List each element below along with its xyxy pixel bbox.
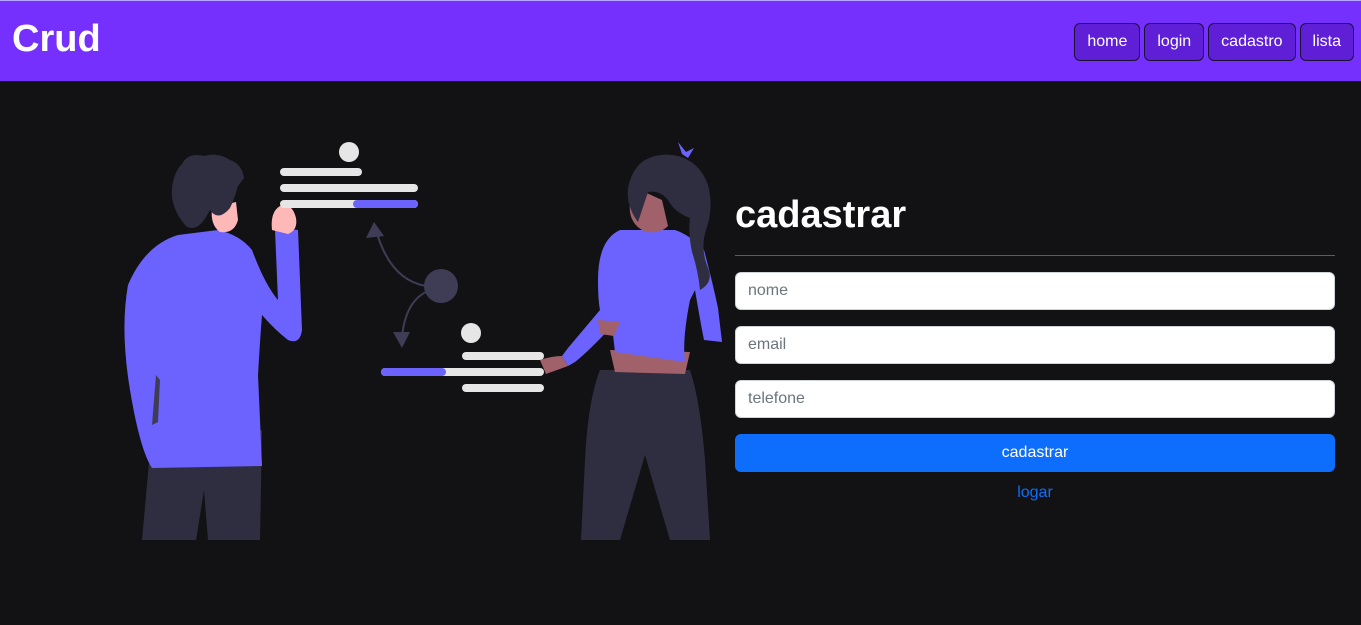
register-submit-button[interactable]: cadastrar — [735, 434, 1335, 472]
nav-home-button[interactable]: home — [1074, 23, 1141, 61]
illustration — [100, 130, 740, 550]
connector-arrows-icon — [366, 222, 458, 348]
name-input[interactable] — [735, 272, 1335, 310]
person-man-icon — [124, 154, 302, 540]
register-form: cadastrar cadastrar logar — [735, 190, 1335, 502]
nav-lista-button[interactable]: lista — [1299, 23, 1354, 61]
brand-logo[interactable]: Crud — [12, 17, 101, 61]
nav-cadastro-button[interactable]: cadastro — [1208, 23, 1296, 61]
email-input[interactable] — [735, 326, 1335, 364]
person-woman-icon — [540, 142, 722, 540]
phone-input[interactable] — [735, 380, 1335, 418]
nav-login-button[interactable]: login — [1144, 23, 1205, 61]
form-title: cadastrar — [735, 194, 907, 236]
progress-card-top-icon — [280, 142, 418, 208]
title-divider — [735, 255, 1335, 256]
team-collaboration-illustration — [124, 142, 722, 540]
login-link[interactable]: logar — [735, 484, 1335, 502]
nav-menu: home login cadastro lista — [1074, 23, 1354, 61]
top-navbar: Crud home login cadastro lista — [0, 0, 1361, 81]
